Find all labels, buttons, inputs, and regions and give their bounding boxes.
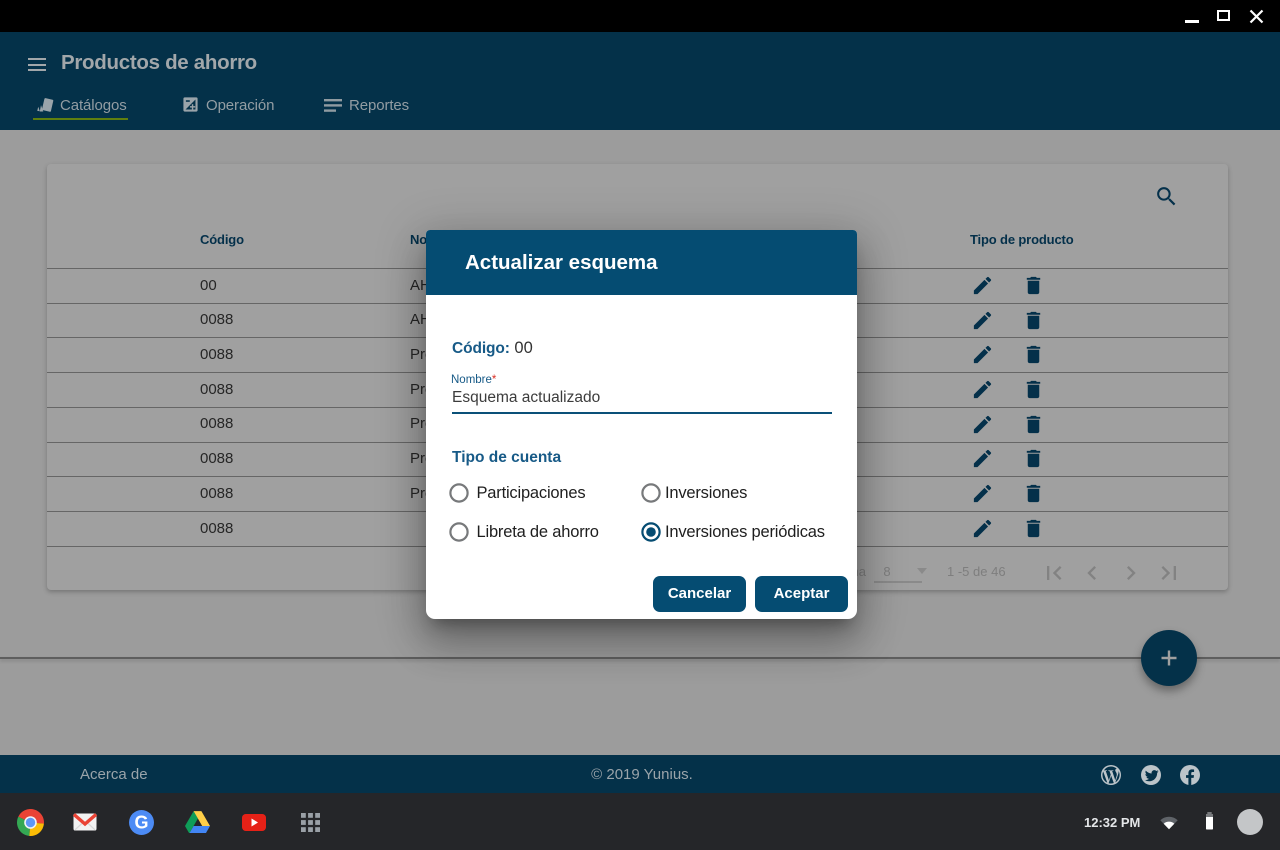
svg-text:G: G (134, 812, 148, 832)
